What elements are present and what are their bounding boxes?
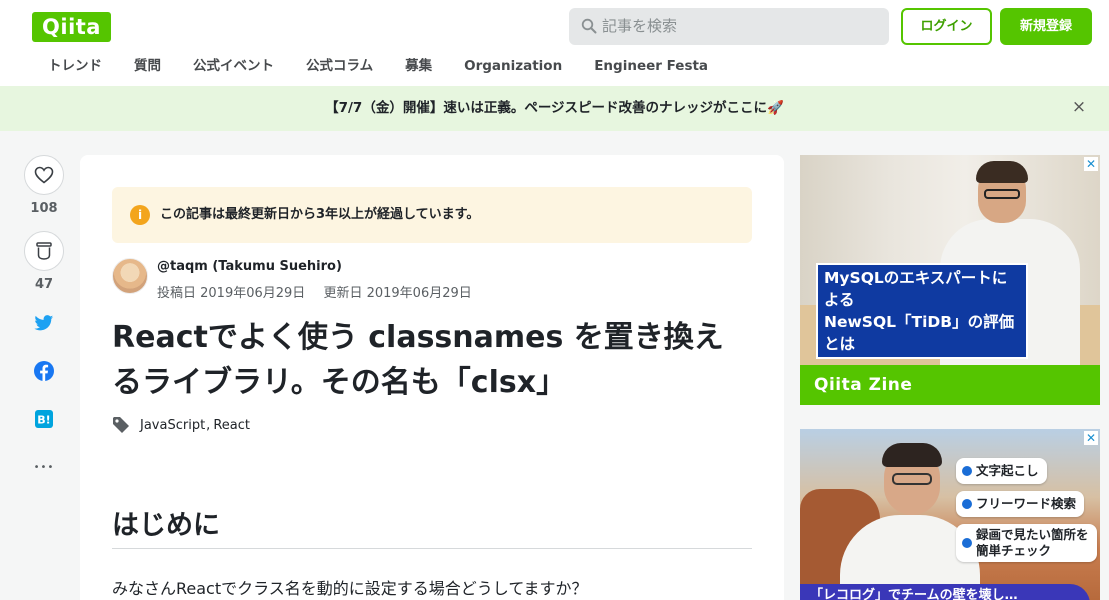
global-nav: トレンド 質問 公式イベント 公式コラム 募集 Organization Eng… bbox=[32, 52, 724, 80]
tag-icon bbox=[113, 417, 129, 433]
nav-item-official-events[interactable]: 公式イベント bbox=[177, 52, 290, 80]
nav-item-organization[interactable]: Organization bbox=[448, 52, 578, 80]
article-dates: 投稿日 2019年06月29日 更新日 2019年06月29日 bbox=[157, 282, 486, 301]
avatar[interactable] bbox=[112, 258, 148, 294]
ad-footer: Qiita Zine bbox=[800, 365, 1100, 405]
banner-link[interactable]: 【7/7（金）開催】速いは正義。ページスピード改善のナレッジがここに🚀 bbox=[0, 86, 1109, 131]
nav-item-official-columns[interactable]: 公式コラム bbox=[290, 52, 389, 80]
body-paragraph: みなさんReactでクラス名を動的に設定する場合どうしてますか？ bbox=[112, 579, 588, 598]
ad2-tagline: 「レコログ」でチームの壁を壊し… bbox=[800, 584, 1090, 600]
article-actions: 108 47 B! ••• bbox=[22, 155, 66, 479]
ad-headline-line2: NewSQL「TiDB」の評価とは bbox=[824, 313, 1015, 353]
ad-close-icon[interactable]: ✕ bbox=[1084, 157, 1098, 171]
ad2-person-hair bbox=[882, 443, 942, 467]
author-name[interactable]: @taqm (Takumu Suehiro) bbox=[157, 259, 342, 274]
ad-recolog[interactable]: 文字起こし フリーワード検索 録画で見たい箇所を 簡単チェック 「レコログ」でチ… bbox=[800, 429, 1100, 600]
ad2-feature-recording-line1: 録画で見たい箇所を bbox=[976, 527, 1089, 542]
twitter-share[interactable] bbox=[22, 311, 66, 335]
stock-icon bbox=[36, 242, 52, 260]
stock-count: 47 bbox=[34, 277, 54, 292]
ad-qiita-zine[interactable]: MySQLのエキスパートによる NewSQL「TiDB」の評価とは Qiita … bbox=[800, 155, 1100, 405]
heart-icon bbox=[34, 166, 54, 184]
tag-separator: , bbox=[206, 417, 211, 433]
tag-react[interactable]: React bbox=[213, 418, 250, 433]
ad-footer-brand: Qiita Zine bbox=[814, 375, 913, 395]
site-header: Qiita 記事を検索 ログイン 新規登録 トレンド 質問 公式イベント 公式コ… bbox=[0, 0, 1109, 86]
qiita-logo[interactable]: Qiita bbox=[32, 12, 111, 42]
more-icon[interactable]: ••• bbox=[22, 455, 66, 479]
posted-date: 投稿日 2019年06月29日 bbox=[157, 286, 306, 301]
notice-text: この記事は最終更新日から3年以上が経過しています。 bbox=[160, 207, 480, 222]
tag-list: JavaScript , React bbox=[112, 415, 250, 435]
search-placeholder: 記事を検索 bbox=[602, 17, 678, 35]
search-input[interactable]: 記事を検索 bbox=[569, 8, 889, 45]
hatena-bookmark-icon: B! bbox=[35, 410, 53, 428]
svg-text:B!: B! bbox=[37, 414, 50, 427]
like-button[interactable] bbox=[24, 155, 64, 195]
section-heading: はじめに bbox=[112, 503, 752, 549]
signup-button[interactable]: 新規登録 bbox=[1000, 8, 1092, 45]
close-icon[interactable]: × bbox=[1071, 99, 1087, 116]
nav-item-trend[interactable]: トレンド bbox=[32, 52, 118, 80]
ad-headline-line1: MySQLのエキスパートによる bbox=[824, 269, 1008, 309]
ad-headline: MySQLのエキスパートによる NewSQL「TiDB」の評価とは bbox=[816, 263, 1028, 359]
facebook-icon bbox=[34, 361, 54, 381]
stock-button[interactable] bbox=[24, 231, 64, 271]
ad-person-glasses bbox=[984, 189, 1020, 199]
ad2-feature-recording: 録画で見たい箇所を 簡単チェック bbox=[956, 524, 1097, 562]
login-button[interactable]: ログイン bbox=[901, 8, 992, 45]
ad2-person-glasses bbox=[892, 473, 932, 485]
outdated-notice: i この記事は最終更新日から3年以上が経過しています。 bbox=[112, 187, 752, 243]
ad-person-hair bbox=[976, 161, 1028, 183]
like-count: 108 bbox=[30, 201, 58, 216]
ad2-feature-search: フリーワード検索 bbox=[956, 491, 1085, 517]
article-card: i この記事は最終更新日から3年以上が経過しています。 @taqm (Takum… bbox=[80, 155, 784, 600]
nav-item-engineer-festa[interactable]: Engineer Festa bbox=[578, 52, 724, 80]
ad2-feature-transcription: 文字起こし bbox=[956, 458, 1047, 484]
hatena-bookmark-share[interactable]: B! bbox=[22, 407, 66, 431]
article-title: Reactでよく使う classnames を置き換えるライブラリ。その名も「c… bbox=[112, 320, 724, 400]
ad2-feature-recording-line2: 簡単チェック bbox=[976, 543, 1052, 558]
nav-item-questions[interactable]: 質問 bbox=[118, 52, 177, 80]
updated-date: 更新日 2019年06月29日 bbox=[323, 286, 472, 301]
ad2-close-icon[interactable]: ✕ bbox=[1084, 431, 1098, 445]
search-icon bbox=[581, 18, 597, 34]
tag-javascript[interactable]: JavaScript bbox=[140, 418, 205, 433]
facebook-share[interactable] bbox=[22, 359, 66, 383]
info-icon: i bbox=[130, 205, 150, 225]
nav-item-recruiting[interactable]: 募集 bbox=[389, 52, 448, 80]
announcement-banner: 【7/7（金）開催】速いは正義。ページスピード改善のナレッジがここに🚀 × bbox=[0, 86, 1109, 131]
twitter-icon bbox=[34, 314, 54, 330]
